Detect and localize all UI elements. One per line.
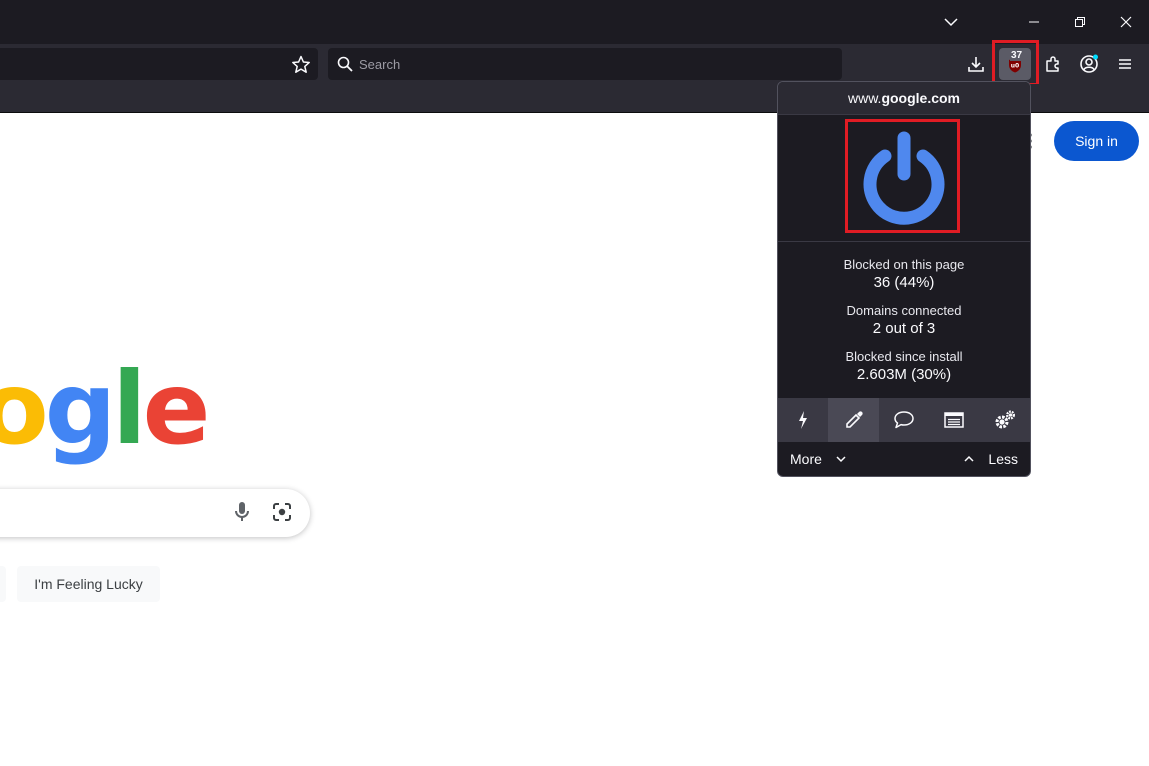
- report-issue-button[interactable]: [879, 398, 929, 442]
- stat-value: 36 (44%): [873, 274, 935, 291]
- hostname-prefix: www.: [847, 90, 882, 106]
- account-icon: [1080, 54, 1098, 73]
- bookmark-star-icon: [292, 55, 310, 73]
- bookmark-star-button[interactable]: [290, 54, 312, 76]
- list-all-tabs-button[interactable]: [928, 0, 974, 44]
- logo-letter-l: l: [112, 350, 146, 467]
- more-label: More: [790, 451, 822, 467]
- stat-label: Blocked on this page: [843, 257, 965, 272]
- speech-bubble-icon: [894, 411, 914, 429]
- stat-label: Blocked since install: [845, 349, 963, 364]
- less-label: Less: [988, 451, 1018, 467]
- popup-hostname: www. google.com: [778, 82, 1030, 115]
- downloads-button[interactable]: [960, 48, 992, 80]
- highlight-box-power: [845, 119, 960, 233]
- search-by-image-button[interactable]: [270, 500, 294, 529]
- popup-separator: [778, 241, 1030, 242]
- address-bar[interactable]: [0, 48, 318, 80]
- lightning-icon: [799, 411, 808, 429]
- camera-lens-icon: [273, 503, 291, 521]
- stat-blocked-since-install: Blocked since install 2.603M (30%): [778, 348, 1030, 384]
- settings-gears-icon: [995, 410, 1015, 429]
- logo-letter-e: e: [142, 350, 211, 467]
- search-icon: [337, 56, 353, 72]
- restore-button[interactable]: [1057, 0, 1103, 44]
- stat-domains-connected: Domains connected 2 out of 3: [778, 302, 1030, 338]
- download-icon: [968, 57, 984, 72]
- chevron-up-icon: [964, 455, 974, 462]
- chevron-down-icon: [944, 18, 958, 27]
- logo-letter-g: g: [44, 350, 117, 467]
- logger-list-icon: [944, 412, 965, 428]
- element-picker-button[interactable]: [828, 398, 879, 442]
- google-search-button[interactable]: [0, 566, 6, 602]
- extensions-icon: [1046, 56, 1059, 72]
- chevron-down-icon: [836, 456, 846, 463]
- more-button[interactable]: More: [790, 451, 846, 467]
- app-menu-button[interactable]: [1109, 48, 1141, 80]
- eyedropper-icon: [845, 411, 863, 428]
- search-placeholder: Search: [359, 57, 401, 72]
- less-button[interactable]: Less: [964, 451, 1018, 467]
- restore-icon: [1075, 17, 1085, 27]
- minimize-button[interactable]: [1011, 0, 1057, 44]
- close-icon: [1120, 16, 1132, 28]
- title-bar: [0, 0, 1149, 44]
- dashboard-button[interactable]: [980, 398, 1030, 442]
- microphone-icon: [235, 502, 249, 521]
- logo-letter-o: o: [0, 350, 49, 467]
- stat-value: 2.603M (30%): [856, 366, 952, 383]
- menu-icon: [1119, 59, 1131, 69]
- popup-footer: More Less: [778, 442, 1030, 476]
- minimize-icon: [1029, 21, 1039, 23]
- extensions-button[interactable]: [1037, 48, 1069, 80]
- hostname-main: google.com: [881, 90, 960, 106]
- feeling-lucky-button[interactable]: I'm Feeling Lucky: [17, 566, 160, 602]
- search-bar[interactable]: Search: [328, 48, 842, 80]
- voice-search-button[interactable]: [231, 500, 253, 529]
- highlight-box-ublock: [992, 40, 1039, 86]
- popup-tools-row: [778, 398, 1030, 442]
- account-button[interactable]: [1073, 48, 1105, 80]
- disable-popups-button[interactable]: [778, 398, 828, 442]
- google-search-input[interactable]: [0, 489, 310, 537]
- stat-label: Domains connected: [846, 303, 962, 318]
- sign-in-button[interactable]: Sign in: [1054, 121, 1139, 161]
- google-logo: ogle: [0, 350, 211, 467]
- close-window-button[interactable]: [1103, 0, 1149, 44]
- open-logger-button[interactable]: [929, 398, 979, 442]
- stat-blocked-page: Blocked on this page 36 (44%): [778, 256, 1030, 292]
- stat-value: 2 out of 3: [872, 320, 936, 337]
